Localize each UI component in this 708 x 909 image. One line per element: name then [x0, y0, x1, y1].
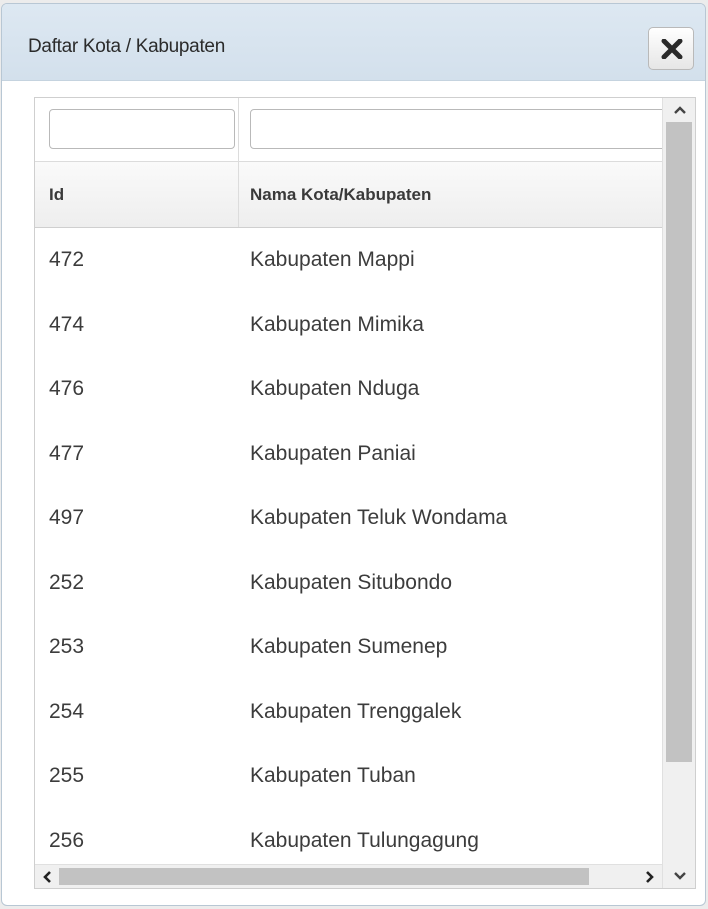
filter-cell-name	[239, 98, 680, 162]
dialog-title: Daftar Kota / Kabupaten	[28, 36, 225, 57]
close-button[interactable]	[648, 27, 694, 70]
chevron-left-icon	[43, 871, 51, 883]
table-row[interactable]: 474 Kabupaten Mimika	[35, 293, 663, 358]
cell-name: Kabupaten Mappi	[250, 248, 415, 271]
vertical-scrollbar[interactable]	[662, 98, 695, 888]
chevron-right-icon	[646, 871, 654, 883]
filter-cell-id	[35, 98, 239, 162]
grid-body: 472 Kabupaten Mappi 474 Kabupaten Mimika…	[35, 228, 663, 873]
table-row[interactable]: 477 Kabupaten Paniai	[35, 422, 663, 487]
table-row[interactable]: 255 Kabupaten Tuban	[35, 744, 663, 809]
cell-id: 256	[49, 828, 85, 852]
filter-row	[35, 98, 680, 162]
table-row[interactable]: 254 Kabupaten Trenggalek	[35, 680, 663, 745]
cell-id: 472	[49, 248, 85, 271]
chevron-down-icon	[673, 872, 686, 880]
cell-name: Kabupaten Paniai	[250, 441, 416, 465]
scroll-left-button[interactable]	[35, 865, 59, 888]
cell-id: 477	[49, 441, 85, 465]
city-grid: Id Nama Kota/Kabupaten 472 Kabupaten Map…	[34, 97, 696, 889]
cell-id: 254	[49, 699, 85, 723]
chevron-up-icon	[673, 106, 686, 114]
cell-id: 474	[49, 312, 85, 336]
table-row[interactable]: 476 Kabupaten Nduga	[35, 357, 663, 422]
column-header-name[interactable]: Nama Kota/Kabupaten	[239, 162, 663, 227]
scroll-down-button[interactable]	[663, 864, 695, 888]
cell-id: 497	[49, 506, 85, 529]
dialog-titlebar[interactable]: Daftar Kota / Kabupaten	[2, 4, 705, 81]
id-filter-input[interactable]	[49, 109, 235, 149]
cell-id: 252	[49, 570, 85, 594]
cell-name: Kabupaten Mimika	[250, 312, 424, 336]
column-header-id[interactable]: Id	[35, 162, 239, 227]
cell-name: Kabupaten Sumenep	[250, 635, 448, 658]
horizontal-scrollbar[interactable]	[35, 864, 662, 888]
horizontal-scroll-thumb[interactable]	[59, 868, 589, 885]
cell-name: Kabupaten Teluk Wondama	[250, 506, 508, 529]
cell-id: 255	[49, 764, 85, 787]
close-x-icon	[661, 39, 683, 59]
scroll-up-button[interactable]	[663, 98, 695, 122]
city-list-dialog: Daftar Kota / Kabupaten Id Nama Kota/Kab…	[1, 3, 706, 906]
cell-name: Kabupaten Situbondo	[250, 570, 453, 594]
cell-name: Kabupaten Tuban	[250, 764, 416, 787]
table-row[interactable]: 497 Kabupaten Teluk Wondama	[35, 486, 663, 551]
cell-id: 253	[49, 635, 85, 658]
name-filter-input[interactable]	[250, 109, 680, 149]
cell-name: Kabupaten Nduga	[250, 377, 420, 400]
table-row[interactable]: 472 Kabupaten Mappi	[35, 228, 663, 293]
cell-name: Kabupaten Tulungagung	[250, 828, 479, 852]
scroll-right-button[interactable]	[638, 865, 662, 888]
table-row[interactable]: 253 Kabupaten Sumenep	[35, 615, 663, 680]
cell-id: 476	[49, 377, 85, 400]
grid-header-row: Id Nama Kota/Kabupaten	[35, 162, 663, 228]
table-row[interactable]: 252 Kabupaten Situbondo	[35, 551, 663, 616]
cell-name: Kabupaten Trenggalek	[250, 699, 462, 723]
vertical-scroll-thumb[interactable]	[666, 122, 692, 762]
